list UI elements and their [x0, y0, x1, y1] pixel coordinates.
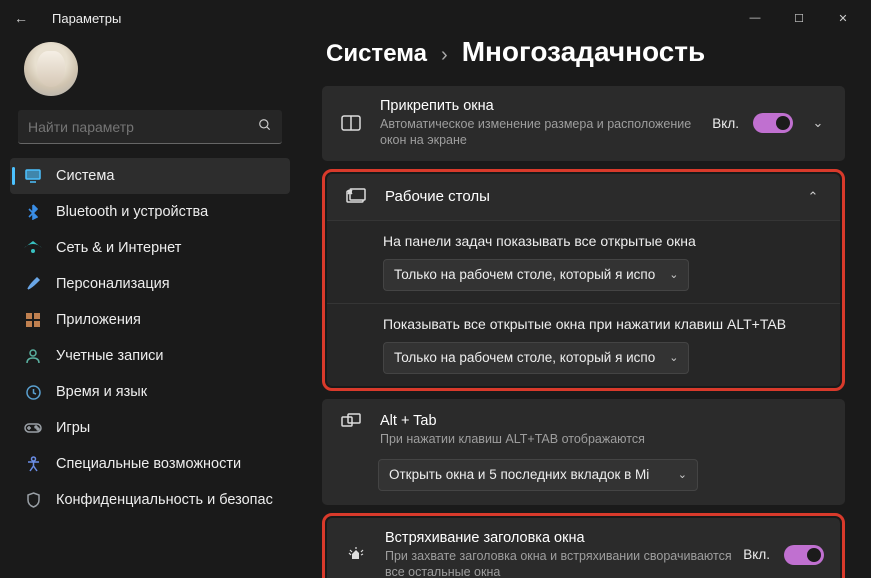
desktops-opt2-dropdown[interactable]: Только на рабочем столе, который я испо … [383, 342, 689, 374]
breadcrumb-parent[interactable]: Система [326, 40, 427, 68]
alttab-icon [338, 413, 364, 427]
sidebar-item-label: Игры [56, 420, 90, 436]
wifi-icon [24, 239, 42, 257]
alttab-title: Alt + Tab [380, 413, 829, 429]
sidebar-item-label: Bluetooth и устройства [56, 204, 208, 220]
monitor-icon [24, 167, 42, 185]
clock-icon [24, 383, 42, 401]
desktops-opt2-label: Показывать все открытые окна при нажатии… [383, 316, 824, 332]
sidebar-item-accessibility[interactable]: Специальные возможности [10, 446, 290, 482]
desktops-title: Рабочие столы [385, 188, 802, 205]
snap-state-label: Вкл. [712, 116, 739, 131]
page-title: Многозадачность [462, 36, 706, 68]
desktops-opt1-label: На панели задач показывать все открытые … [383, 233, 824, 249]
shake-toggle[interactable] [784, 545, 824, 565]
sidebar-item-clock[interactable]: Время и язык [10, 374, 290, 410]
sidebar-item-apps[interactable]: Приложения [10, 302, 290, 338]
shake-highlight: Встряхивание заголовка окна При захвате … [322, 513, 845, 578]
back-button[interactable]: ← [14, 10, 34, 26]
chevron-right-icon: › [441, 44, 448, 67]
brush-icon [24, 275, 42, 293]
search-box[interactable] [18, 110, 282, 144]
desktops-header[interactable]: Рабочие столы ⌃ [327, 174, 840, 220]
desktops-icon [343, 188, 369, 206]
sidebar-item-label: Конфиденциальность и безопас [56, 492, 273, 508]
shake-subtitle: При захвате заголовка окна и встряхивани… [385, 548, 743, 578]
sidebar-item-wifi[interactable]: Сеть & и Интернет [10, 230, 290, 266]
breadcrumb: Система › Многозадачность [326, 36, 845, 68]
window-title: Параметры [52, 11, 121, 26]
search-input[interactable] [28, 119, 258, 135]
sidebar-item-user[interactable]: Учетные записи [10, 338, 290, 374]
apps-icon [24, 311, 42, 329]
sidebar-item-shield[interactable]: Конфиденциальность и безопас [10, 482, 290, 518]
sidebar-item-brush[interactable]: Персонализация [10, 266, 290, 302]
gamepad-icon [24, 419, 42, 437]
accessibility-icon [24, 455, 42, 473]
sidebar-item-label: Специальные возможности [56, 456, 241, 472]
snap-windows-card[interactable]: Прикрепить окна Автоматическое изменение… [322, 86, 845, 161]
chevron-down-icon: ⌄ [669, 351, 678, 364]
chevron-down-icon: ⌄ [669, 268, 678, 281]
sidebar-item-gamepad[interactable]: Игры [10, 410, 290, 446]
sidebar-item-label: Учетные записи [56, 348, 164, 364]
alttab-card[interactable]: Alt + Tab При нажатии клавиш ALT+TAB ото… [322, 399, 845, 505]
chevron-down-icon[interactable]: ⌄ [807, 115, 829, 131]
snap-toggle[interactable] [753, 113, 793, 133]
desktops-opt1-dropdown[interactable]: Только на рабочем столе, который я испо … [383, 259, 689, 291]
close-button[interactable]: ✕ [821, 4, 865, 32]
alttab-subtitle: При нажатии клавиш ALT+TAB отображаются [380, 431, 740, 447]
desktops-highlight: Рабочие столы ⌃ На панели задач показыва… [322, 169, 845, 391]
snap-subtitle: Автоматическое изменение размера и распо… [380, 116, 712, 149]
shake-title: Встряхивание заголовка окна [385, 530, 743, 546]
shake-card[interactable]: Встряхивание заголовка окна При захвате … [327, 518, 840, 578]
minimize-button[interactable]: ― [733, 4, 777, 32]
snap-title: Прикрепить окна [380, 98, 712, 114]
sidebar-item-label: Приложения [56, 312, 141, 328]
search-icon [258, 118, 272, 135]
bluetooth-icon [24, 203, 42, 221]
sidebar-item-label: Система [56, 168, 114, 184]
sidebar-item-bluetooth[interactable]: Bluetooth и устройства [10, 194, 290, 230]
sidebar-item-monitor[interactable]: Система [10, 158, 290, 194]
sidebar-item-label: Время и язык [56, 384, 147, 400]
chevron-down-icon: ⌄ [678, 468, 687, 481]
sidebar-item-label: Сеть & и Интернет [56, 240, 181, 256]
shield-icon [24, 491, 42, 509]
snap-icon [338, 115, 364, 131]
alttab-dropdown[interactable]: Открыть окна и 5 последних вкладок в Mi … [378, 459, 698, 491]
chevron-up-icon[interactable]: ⌃ [802, 189, 824, 205]
avatar[interactable] [24, 42, 78, 96]
maximize-button[interactable]: ☐ [777, 4, 821, 32]
shake-state-label: Вкл. [743, 547, 770, 562]
sidebar-item-label: Персонализация [56, 276, 170, 292]
user-icon [24, 347, 42, 365]
shake-icon [343, 545, 369, 565]
